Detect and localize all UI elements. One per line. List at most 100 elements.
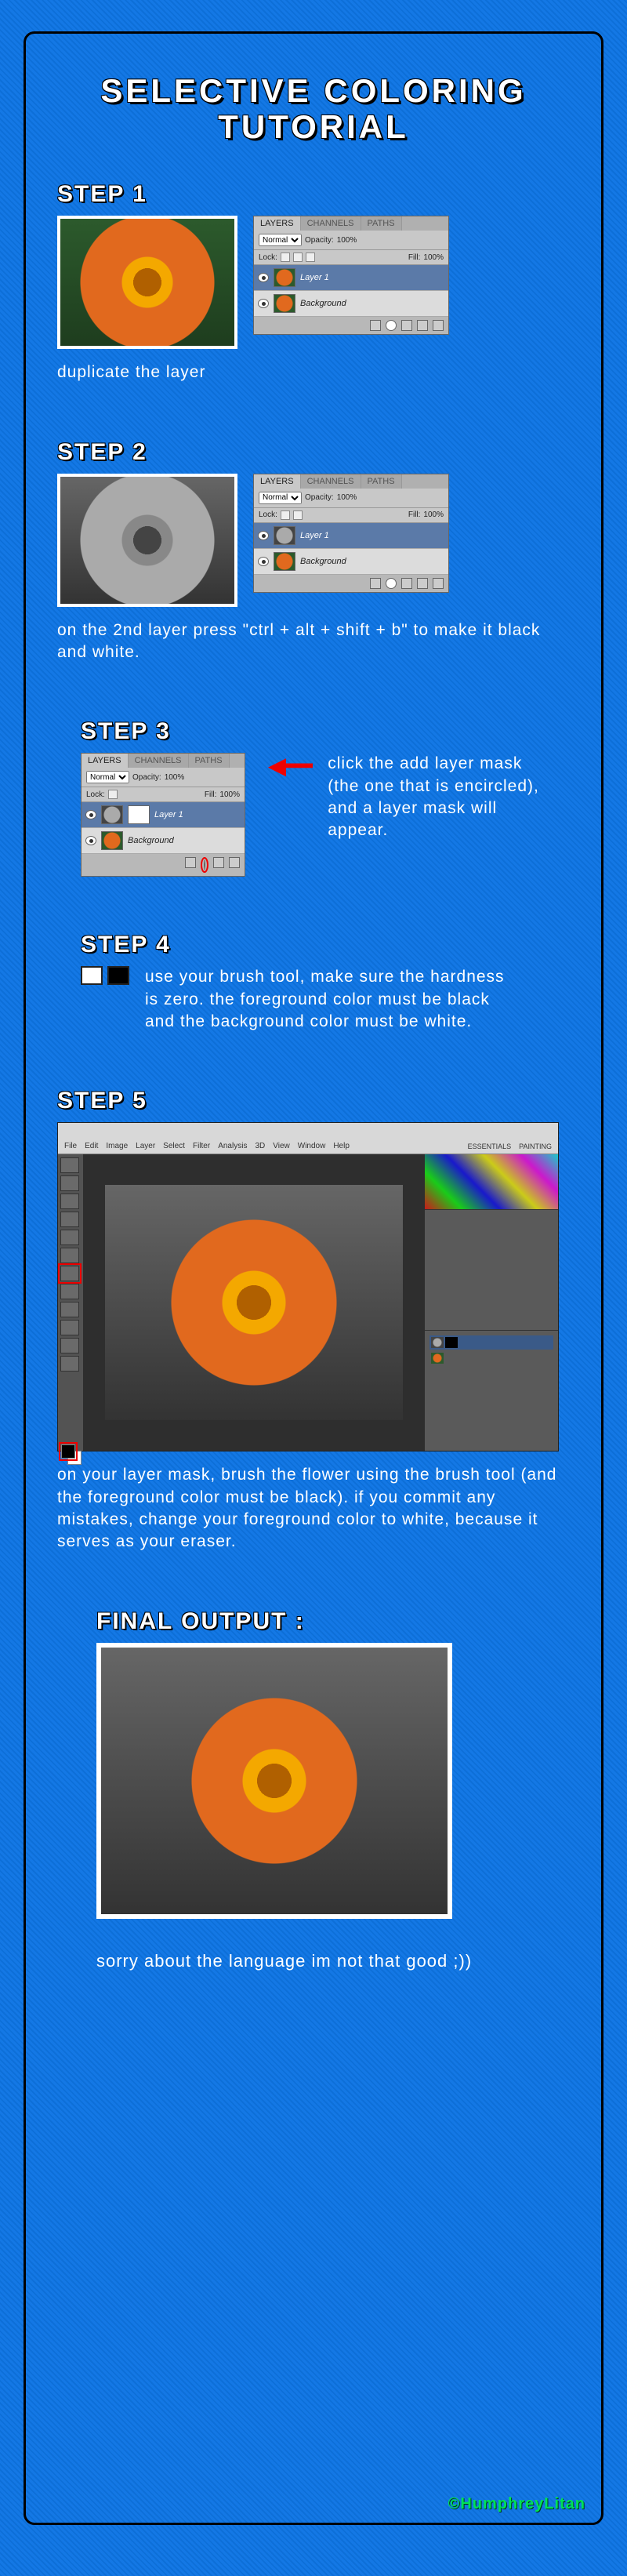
annotation-circle xyxy=(201,857,208,873)
layer-name: Background xyxy=(128,836,174,845)
stamp-tool-icon[interactable] xyxy=(60,1284,79,1299)
workspace-tab[interactable]: PAINTING xyxy=(519,1143,552,1150)
tab-paths[interactable]: PATHS xyxy=(361,216,402,231)
lock-icon[interactable] xyxy=(306,253,315,262)
lock-icon[interactable] xyxy=(293,253,303,262)
new-folder-icon[interactable] xyxy=(401,578,412,589)
lock-label: Lock: xyxy=(259,510,277,519)
menu-item[interactable]: Image xyxy=(106,1142,128,1150)
layers-mini-panel[interactable] xyxy=(425,1330,558,1451)
color-swatches xyxy=(81,966,129,985)
lock-label: Lock: xyxy=(86,790,105,799)
trash-icon[interactable] xyxy=(229,857,240,868)
lock-icon[interactable] xyxy=(293,510,303,520)
menu-item[interactable]: 3D xyxy=(255,1142,265,1150)
move-tool-icon[interactable] xyxy=(60,1157,79,1173)
new-layer-icon[interactable] xyxy=(213,857,224,868)
trash-icon[interactable] xyxy=(433,320,444,331)
blend-mode-select[interactable]: Normal xyxy=(259,234,302,246)
eraser-tool-icon[interactable] xyxy=(60,1302,79,1317)
fill-value: 100% xyxy=(423,253,444,262)
tab-paths[interactable]: PATHS xyxy=(361,474,402,489)
tab-layers[interactable]: LAYERS xyxy=(254,474,301,489)
tab-paths[interactable]: PATHS xyxy=(189,754,230,768)
wand-tool-icon[interactable] xyxy=(60,1212,79,1227)
visibility-icon[interactable] xyxy=(258,299,269,308)
blend-mode-select[interactable]: Normal xyxy=(259,492,302,504)
fx-icon[interactable] xyxy=(185,857,196,868)
step-5-caption: on your layer mask, brush the flower usi… xyxy=(57,1464,570,1553)
tab-channels[interactable]: CHANNELS xyxy=(129,754,189,768)
new-folder-icon[interactable] xyxy=(401,320,412,331)
add-mask-icon[interactable] xyxy=(204,859,205,870)
layer-row[interactable]: Background xyxy=(254,549,448,575)
photoshop-editor: File Edit Image Layer Select Filter Anal… xyxy=(57,1122,559,1451)
foreground-color-swatch[interactable] xyxy=(61,1444,75,1459)
author-credit: ©HumphreyLitan xyxy=(448,2495,585,2513)
opacity-label: Opacity: xyxy=(132,773,161,782)
layer-row[interactable]: Layer 1 xyxy=(82,802,245,828)
layer-thumbnail xyxy=(274,552,295,571)
new-layer-icon[interactable] xyxy=(417,320,428,331)
lock-label: Lock: xyxy=(259,253,277,262)
workspace-tab[interactable]: ESSENTIALS xyxy=(468,1143,512,1150)
swatch-black xyxy=(107,966,129,985)
visibility-icon[interactable] xyxy=(85,810,96,819)
tab-channels[interactable]: CHANNELS xyxy=(301,474,361,489)
fx-icon[interactable] xyxy=(370,578,381,589)
menu-item[interactable]: View xyxy=(273,1142,290,1150)
fx-icon[interactable] xyxy=(370,320,381,331)
opacity-value: 100% xyxy=(165,773,185,782)
title-line1: SELECTIVE COLORING xyxy=(100,72,526,109)
crop-tool-icon[interactable] xyxy=(60,1230,79,1245)
step-5-label: STEP 5 xyxy=(57,1088,570,1114)
trash-icon[interactable] xyxy=(433,578,444,589)
adjustments-panel[interactable] xyxy=(425,1209,558,1330)
tab-layers[interactable]: LAYERS xyxy=(82,754,129,768)
mini-mask-thumb xyxy=(445,1337,458,1348)
lock-icon[interactable] xyxy=(281,510,290,520)
layer-row[interactable]: Layer 1 xyxy=(254,265,448,291)
menu-item[interactable]: Filter xyxy=(193,1142,210,1150)
lasso-tool-icon[interactable] xyxy=(60,1194,79,1209)
lock-icon[interactable] xyxy=(108,790,118,799)
visibility-icon[interactable] xyxy=(85,836,96,845)
menu-item[interactable]: Window xyxy=(298,1142,326,1150)
lock-icon[interactable] xyxy=(281,253,290,262)
hand-tool-icon[interactable] xyxy=(60,1356,79,1372)
layer-name: Layer 1 xyxy=(154,810,183,819)
menu-item[interactable]: Analysis xyxy=(218,1142,247,1150)
swatches-panel[interactable] xyxy=(425,1154,558,1209)
add-mask-icon[interactable] xyxy=(386,578,397,589)
tutorial-title: SELECTIVE COLORING TUTORIAL xyxy=(57,73,570,145)
layer-thumbnail xyxy=(274,294,295,313)
add-mask-icon[interactable] xyxy=(386,320,397,331)
layer-thumbnail xyxy=(274,268,295,287)
layer-row[interactable]: Background xyxy=(254,291,448,317)
menu-item[interactable]: Edit xyxy=(85,1142,98,1150)
visibility-icon[interactable] xyxy=(258,531,269,540)
toolbox xyxy=(58,1154,83,1451)
menu-item[interactable]: Layer xyxy=(136,1142,155,1150)
menu-item[interactable]: Select xyxy=(163,1142,185,1150)
gradient-tool-icon[interactable] xyxy=(60,1320,79,1335)
canvas-area[interactable] xyxy=(83,1154,425,1451)
layer-row[interactable]: Layer 1 xyxy=(254,523,448,549)
tab-layers[interactable]: LAYERS xyxy=(254,216,301,231)
new-layer-icon[interactable] xyxy=(417,578,428,589)
eyedropper-tool-icon[interactable] xyxy=(60,1248,79,1263)
blend-mode-select[interactable]: Normal xyxy=(86,771,129,783)
step-1-label: STEP 1 xyxy=(57,181,570,208)
step-2-caption: on the 2nd layer press "ctrl + alt + shi… xyxy=(57,619,570,664)
text-tool-icon[interactable] xyxy=(60,1338,79,1353)
visibility-icon[interactable] xyxy=(258,557,269,566)
step-4: STEP 4 use your brush tool, make sure th… xyxy=(81,932,570,1033)
menu-item[interactable]: File xyxy=(64,1142,77,1150)
tab-channels[interactable]: CHANNELS xyxy=(301,216,361,231)
marquee-tool-icon[interactable] xyxy=(60,1175,79,1191)
layer-row[interactable]: Background xyxy=(82,828,245,854)
visibility-icon[interactable] xyxy=(258,273,269,282)
brush-tool-icon[interactable] xyxy=(60,1266,79,1281)
menu-item[interactable]: Help xyxy=(333,1142,350,1150)
apology-text: sorry about the language im not that goo… xyxy=(96,1950,570,1973)
